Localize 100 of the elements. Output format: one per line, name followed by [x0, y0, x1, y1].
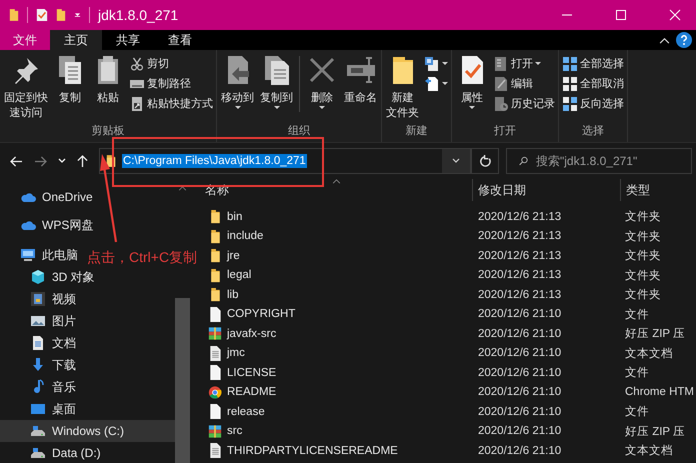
document-icon — [30, 335, 46, 351]
file-icon — [208, 306, 222, 322]
ribbon-tab[interactable]: 共享 — [102, 30, 154, 50]
forward-icon[interactable] — [34, 156, 47, 166]
properties-icon[interactable] — [36, 8, 48, 22]
sidebar-item[interactable]: 桌面 — [0, 398, 78, 420]
window-title: jdk1.8.0_271 — [98, 7, 178, 23]
shortcut-icon — [129, 96, 145, 112]
file-name[interactable]: lib — [227, 288, 239, 301]
group-label: 选择 — [581, 124, 605, 140]
sidebar-item[interactable]: 3D 对象 — [0, 266, 97, 288]
ribbon-button[interactable]: 反向选择 — [561, 95, 625, 112]
file-name[interactable]: javafx-src — [227, 328, 276, 340]
ribbon-button[interactable]: 复制路径 — [128, 75, 214, 92]
column-header[interactable]: 类型 — [620, 179, 696, 201]
select-none-icon — [562, 76, 578, 92]
computer-icon — [20, 247, 36, 263]
table-cell: Chrome HTM — [625, 386, 694, 398]
file-name[interactable]: jre — [227, 250, 240, 262]
file-name[interactable]: jmc — [227, 347, 245, 360]
ribbon-button[interactable]: 移动到 — [219, 54, 256, 122]
sidebar-item[interactable]: 此电脑 — [0, 244, 80, 266]
up-icon[interactable] — [77, 154, 88, 168]
file-name[interactable]: release — [227, 406, 265, 418]
caret-icon — [535, 62, 541, 66]
help-icon[interactable] — [676, 32, 692, 48]
ribbon-button[interactable]: 历史记录 — [492, 95, 556, 112]
refresh-icon — [478, 154, 492, 168]
table-cell: 2020/12/6 21:10 — [478, 328, 562, 340]
maximize-icon[interactable] — [615, 9, 627, 21]
sidebar-item[interactable]: 文档 — [0, 332, 78, 354]
table-cell: 文件 — [625, 367, 649, 380]
search-input[interactable]: 搜索"jdk1.8.0_271" — [536, 150, 691, 172]
sidebar-item[interactable]: 下载 — [0, 354, 78, 376]
sidebar-item[interactable]: Windows (C:) — [0, 420, 175, 442]
ribbon-button[interactable]: 全部选择 — [561, 55, 625, 72]
sidebar-item[interactable]: 视频 — [0, 288, 78, 310]
ribbon-tab[interactable]: 查看 — [154, 30, 206, 50]
ribbon-button[interactable] — [423, 55, 449, 72]
table-cell: 2020/12/6 21:10 — [478, 366, 562, 379]
file-name[interactable]: COPYRIGHT — [227, 308, 296, 320]
scrollbar-thumb[interactable] — [175, 298, 190, 463]
file-name[interactable]: legal — [227, 269, 252, 282]
table-cell: 2020/12/6 21:10 — [478, 406, 562, 418]
ribbon-button[interactable]: 粘贴 — [90, 54, 126, 122]
ribbon-button[interactable]: 删除 — [304, 54, 340, 122]
caret-icon — [319, 106, 325, 110]
file-name[interactable]: src — [227, 425, 242, 438]
ribbon-button[interactable]: 属性 — [454, 54, 490, 122]
file-name[interactable]: bin — [227, 210, 242, 223]
ribbon-button[interactable]: 复制到 — [258, 54, 295, 122]
table-cell: 好压 ZIP 压 — [625, 426, 686, 438]
ribbon-button[interactable] — [423, 75, 449, 92]
table-cell: 2020/12/6 21:13 — [478, 288, 562, 301]
ribbon-button[interactable]: 打开 — [492, 55, 556, 72]
caret-icon[interactable] — [58, 158, 66, 164]
column-header[interactable]: 修改日期 — [472, 179, 620, 201]
refresh-button[interactable] — [471, 148, 499, 174]
scroll-up-icon[interactable] — [178, 186, 187, 191]
sidebar-item[interactable]: OneDrive — [0, 186, 95, 208]
ribbon-button[interactable]: 编辑 — [492, 75, 556, 92]
ribbon-tab[interactable]: 主页 — [50, 30, 102, 50]
table-cell: 文件夹 — [625, 289, 661, 302]
sidebar-item[interactable]: Data (D:) — [0, 442, 103, 463]
ribbon-button[interactable]: 重命名 — [342, 54, 379, 122]
sidebar-item[interactable]: 图片 — [0, 310, 78, 332]
group-label: 剪贴板 — [90, 124, 126, 140]
file-menu-tab[interactable]: 文件 — [0, 30, 50, 50]
folder-icon[interactable] — [56, 8, 66, 22]
file-name[interactable]: THIRDPARTYLICENSEREADME — [227, 444, 398, 457]
ribbon-button[interactable]: 固定到快 速访问 — [2, 54, 50, 122]
table-cell: 文件 — [625, 406, 649, 418]
address-field[interactable]: C:\Program Files\Java\jdk1.8.0_271 — [99, 148, 471, 174]
file-name[interactable]: include — [227, 230, 264, 242]
easy-access-icon — [424, 76, 440, 92]
collapse-ribbon-icon[interactable] — [659, 36, 670, 44]
table-cell: 2020/12/6 21:13 — [478, 250, 562, 262]
sidebar-item[interactable]: WPS网盘 — [0, 214, 96, 236]
sidebar-item[interactable]: 音乐 — [0, 376, 78, 398]
browser-icon — [208, 384, 222, 400]
file-name[interactable]: LICENSE — [227, 366, 276, 379]
ribbon-button[interactable]: 新建 文件夹 — [384, 54, 421, 122]
folder-icon[interactable] — [9, 8, 19, 22]
file-name[interactable]: README — [227, 386, 276, 398]
annotation-text: 点击，Ctrl+C复制 — [87, 249, 198, 267]
ribbon-button[interactable]: 粘贴快捷方式 — [128, 95, 214, 112]
table-cell: 文本文档 — [625, 445, 673, 458]
back-icon[interactable] — [10, 156, 23, 166]
group-label: 组织 — [287, 124, 311, 140]
sort-icon — [332, 179, 341, 184]
table-cell: 好压 ZIP 压 — [625, 328, 686, 340]
ribbon-button[interactable]: 剪切 — [128, 55, 214, 72]
search-field[interactable]: 搜索"jdk1.8.0_271" — [506, 148, 692, 174]
ribbon-button[interactable]: 全部取消 — [561, 75, 625, 92]
ribbon-button[interactable]: 复制 — [52, 54, 88, 122]
film-icon — [30, 291, 46, 307]
table-cell: 2020/12/6 21:10 — [478, 386, 562, 398]
close-icon[interactable] — [669, 9, 681, 21]
invert-selection-icon — [562, 96, 578, 112]
table-cell: 2020/12/6 21:13 — [478, 210, 562, 223]
